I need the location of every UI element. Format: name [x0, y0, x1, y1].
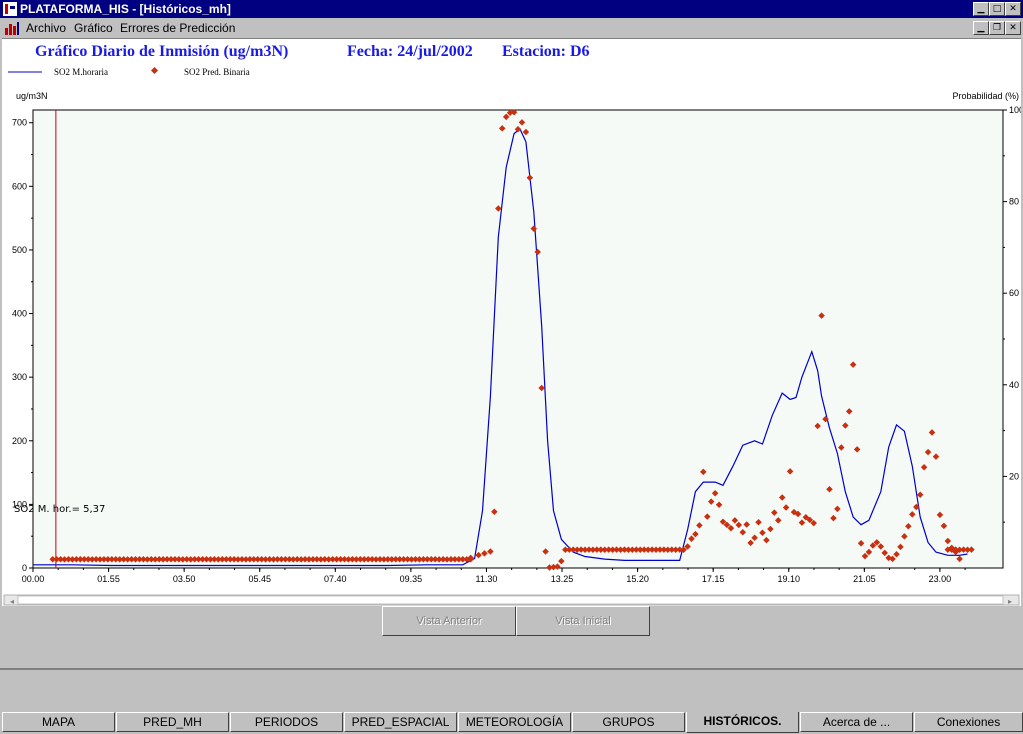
left-axis-tick-label: 0	[22, 563, 27, 573]
x-axis-tick-label: 17.15	[702, 574, 725, 584]
x-axis-tick-label: 03.50	[173, 574, 196, 584]
initial-view-button[interactable]: Vista Inicial	[516, 606, 650, 636]
menu-bar: Archivo Gráfico Errores de Predicción ▁ …	[0, 18, 1023, 38]
legend-line-label: SO2 M.horaria	[54, 67, 108, 77]
legend-dot-swatch	[150, 66, 159, 75]
x-axis-tick-label: 01.55	[97, 574, 120, 584]
plot-area	[32, 109, 1004, 569]
mdi-close-button[interactable]: ✕	[1005, 21, 1021, 35]
mdi-restore-button[interactable]: ❐	[989, 21, 1005, 35]
right-axis-unit: Probabilidad (%)	[952, 91, 1019, 101]
x-axis-tick-label: 19.10	[777, 574, 800, 584]
x-axis-tick-label: 00.00	[22, 574, 45, 584]
left-axis-tick-label: 700	[12, 118, 27, 128]
right-axis-tick-label: 40	[1009, 380, 1019, 390]
left-axis-tick-label: 300	[12, 372, 27, 382]
tab-pred-espacial[interactable]: PRED_ESPACIAL	[344, 712, 457, 732]
left-axis-tick-label: 600	[12, 181, 27, 191]
tab-bar: MAPA PRED_MH PERIODOS PRED_ESPACIAL METE…	[0, 712, 1023, 734]
menu-grafico[interactable]: Gráfico	[74, 21, 113, 35]
window-title: PLATAFORMA_HIS - [Históricos_mh]	[20, 2, 231, 16]
tab-pred-mh[interactable]: PRED_MH	[116, 712, 229, 732]
x-axis-tick-label: 07.40	[324, 574, 347, 584]
chart-station: Estacion: D6	[502, 43, 590, 60]
legend-dot-label: SO2 Pred. Binaria	[184, 67, 250, 77]
tab-mapa[interactable]: MAPA	[2, 712, 115, 732]
scroll-left-icon[interactable]: ◂	[10, 597, 14, 606]
mdi-minimize-button[interactable]: ▁	[973, 21, 989, 35]
tab-grupos[interactable]: GRUPOS	[572, 712, 685, 732]
title-bar: PLATAFORMA_HIS - [Históricos_mh] ▁ □ ✕	[0, 0, 1023, 18]
close-button[interactable]: ✕	[1005, 2, 1021, 16]
scroll-right-icon[interactable]: ▸	[1008, 597, 1012, 606]
view-controls: Vista Anterior Vista Inicial	[0, 606, 1023, 666]
maximize-button[interactable]: □	[989, 2, 1005, 16]
x-axis-tick-label: 09.35	[400, 574, 423, 584]
left-axis-tick-label: 400	[12, 309, 27, 319]
minimize-button[interactable]: ▁	[973, 2, 989, 16]
tab-meteorologia[interactable]: METEOROLOGÍA	[458, 712, 571, 732]
menu-errores[interactable]: Errores de Predicción	[120, 21, 235, 35]
previous-view-button[interactable]: Vista Anterior	[382, 606, 516, 636]
tab-periodos[interactable]: PERIODOS	[230, 712, 343, 732]
app-icon	[3, 2, 17, 16]
tab-acerca[interactable]: Acerca de ...	[800, 712, 913, 732]
status-panel	[0, 668, 1023, 713]
x-axis-tick-label: 21.05	[853, 574, 876, 584]
x-axis-tick-label: 13.25	[551, 574, 574, 584]
left-axis-unit: ug/m3N	[16, 91, 48, 101]
left-axis-tick-label: 500	[12, 245, 27, 255]
x-axis-tick-label: 11.30	[476, 574, 498, 584]
x-axis-tick-label: 15.20	[626, 574, 649, 584]
right-axis-tick-label: 20	[1009, 471, 1019, 481]
daily-immission-chart[interactable]: Gráfico Diario de Inmisión (ug/m3N) Fech…	[2, 39, 1023, 607]
x-axis-tick-label: 05.45	[248, 574, 271, 584]
x-axis-tick-label: 23.00	[929, 574, 952, 584]
right-axis-tick-label: 80	[1009, 197, 1019, 207]
horizontal-scrollbar[interactable]: ◂ ▸	[3, 594, 1020, 606]
left-axis-tick-label: 200	[12, 436, 27, 446]
chart-date: Fecha: 24/jul/2002	[347, 43, 473, 60]
chart-doc-icon[interactable]	[4, 20, 20, 36]
right-axis-tick-label: 100	[1009, 105, 1021, 115]
tab-conexiones[interactable]: Conexiones	[914, 712, 1023, 732]
menu-archivo[interactable]: Archivo	[26, 21, 66, 35]
right-axis-tick-label: 60	[1009, 288, 1019, 298]
tab-historicos[interactable]: HISTÓRICOS.	[686, 712, 799, 733]
graph-panel: Gráfico Diario de Inmisión (ug/m3N) Fech…	[2, 38, 1023, 607]
chart-title: Gráfico Diario de Inmisión (ug/m3N)	[35, 43, 288, 60]
cursor-readout: SO2 M. hor.= 5,37	[14, 504, 105, 515]
